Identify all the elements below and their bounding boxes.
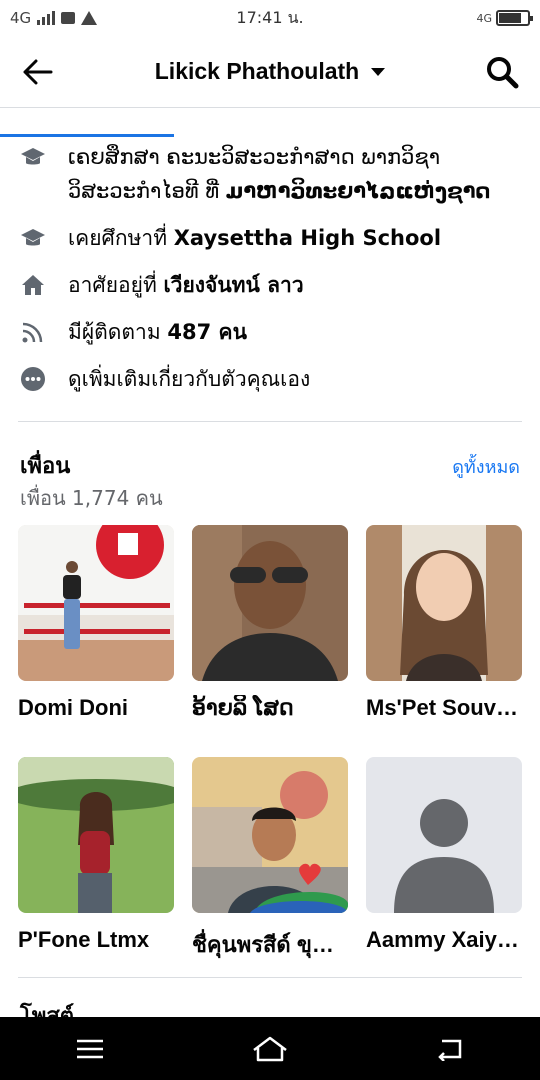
intro-item-followers[interactable]: มีผู้ติดตาม 487 คน xyxy=(18,315,522,349)
friend-photo xyxy=(366,525,522,681)
system-nav-bar xyxy=(0,1017,540,1080)
friend-photo xyxy=(18,525,174,681)
home-nav-icon xyxy=(253,1036,287,1061)
friend-card[interactable]: Domi Doni xyxy=(18,525,174,721)
intro-item-lives-in: อาศัยอยู่ที่ เวียงจันทน์ ลาว xyxy=(18,268,522,302)
friend-name: Domi Doni xyxy=(18,695,128,720)
back-button[interactable] xyxy=(18,52,58,92)
back-arrow-icon xyxy=(23,59,53,84)
signal-icon xyxy=(37,11,56,25)
warning-icon xyxy=(81,11,98,25)
default-avatar-icon xyxy=(366,757,522,913)
profile-switcher[interactable]: Likick Phathoulath xyxy=(154,58,386,85)
friend-photo xyxy=(192,525,348,681)
friends-title: เพื่อน xyxy=(20,453,71,478)
back-nav-icon xyxy=(438,1039,462,1061)
friend-card[interactable]: ອ້າຍລິ ໂສດ xyxy=(192,525,348,721)
friend-name: ອ້າຍລິ ໂສດ xyxy=(192,695,294,720)
divider xyxy=(18,977,522,978)
home-button[interactable] xyxy=(240,1024,300,1074)
friend-photo xyxy=(192,757,348,913)
chevron-down-icon xyxy=(371,67,386,76)
top-nav: Likick Phathoulath xyxy=(0,36,540,108)
friends-header: เพื่อน ดูทั้งหมด xyxy=(20,448,520,483)
graduation-cap-icon xyxy=(18,221,48,255)
profile-name: Likick Phathoulath xyxy=(154,58,360,84)
more-dots-icon xyxy=(18,362,48,396)
menu-button[interactable] xyxy=(60,1024,120,1074)
friend-photo xyxy=(18,757,174,913)
battery-icon xyxy=(496,10,533,26)
intro-section: ເຄຍສຶກສາ ຄະນະວິສະວະກຳສາດ ພາກວິຊາວິສະວະກຳ… xyxy=(18,140,522,409)
friend-name: P'Fone Ltmx xyxy=(18,927,150,952)
friend-card[interactable]: P'Fone Ltmx xyxy=(18,757,174,953)
friend-name: Aammy Xaiyavong xyxy=(366,927,522,952)
intro-item-see-more-about[interactable]: ดูเพิ่มเติมเกี่ยวกับตัวคุณเอง xyxy=(18,362,522,396)
friend-photo xyxy=(366,757,522,913)
divider xyxy=(18,421,522,422)
network-right-label: 4G xyxy=(476,11,492,25)
graduation-cap-icon xyxy=(18,140,48,174)
menu-icon xyxy=(77,1039,103,1058)
intro-item-education-university: ເຄຍສຶກສາ ຄະນະວິສະວະກຳສາດ ພາກວິຊາວິສະວະກຳ… xyxy=(18,140,522,208)
friend-card[interactable]: Ms'Pet Souvanh xyxy=(366,525,522,721)
intro-text: ເຄຍສຶກສາ ຄະນະວິສະວະກຳສາດ ພາກວິຊາວິສະວະກຳ… xyxy=(68,145,491,203)
search-icon xyxy=(486,56,519,88)
home-icon xyxy=(18,268,48,302)
friends-count: เพื่อน 1,774 คน xyxy=(20,486,163,510)
friend-card[interactable]: Aammy Xaiyavong xyxy=(366,757,522,953)
back-nav-button[interactable] xyxy=(420,1024,480,1074)
intro-text: อาศัยอยู่ที่ เวียงจันทน์ ลาว xyxy=(68,273,304,297)
status-left: 4G xyxy=(10,9,98,27)
intro-text: มีผู้ติดตาม 487 คน xyxy=(68,320,247,344)
friend-card[interactable]: ชื่คุนพรสีด์ ขุนพรมสีด์ xyxy=(192,757,348,962)
friend-name: Ms'Pet Souvanh xyxy=(366,695,522,720)
search-button[interactable] xyxy=(482,52,522,92)
network-label: 4G xyxy=(10,9,32,27)
intro-text: เคยศึกษาที่ Xaysettha High School xyxy=(68,226,442,250)
friend-name: ชื่คุนพรสีด์ ขุนพรมสีด์ xyxy=(192,932,348,957)
message-icon xyxy=(61,12,76,24)
rss-followers-icon xyxy=(18,315,48,349)
status-bar: 4G 17:41 น. 4G xyxy=(0,0,540,36)
intro-text: ดูเพิ่มเติมเกี่ยวกับตัวคุณเอง xyxy=(68,367,311,391)
status-right: 4G xyxy=(476,10,533,26)
active-tab-indicator xyxy=(0,134,174,137)
see-all-friends-link[interactable]: ดูทั้งหมด xyxy=(452,452,520,481)
intro-item-education-highschool: เคยศึกษาที่ Xaysettha High School xyxy=(18,221,522,255)
